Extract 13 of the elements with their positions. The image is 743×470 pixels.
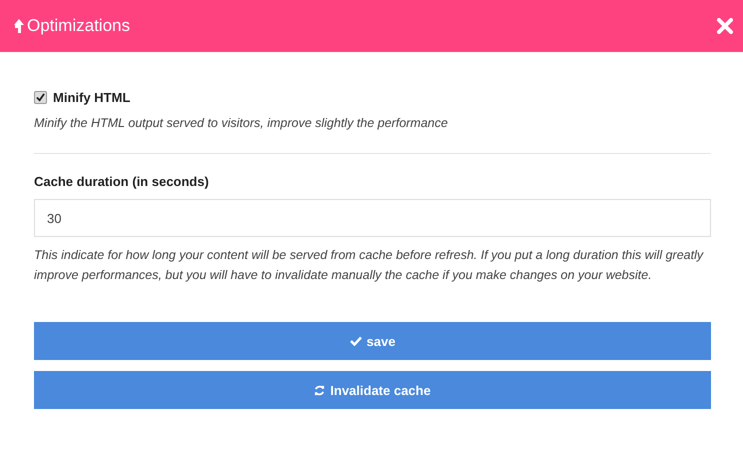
upload-arrow-icon [14, 19, 24, 33]
help-text: This indicate for how long your content will be served from cache before refresh. If you put a long duration this will greatly improve performances, but you will have to invalidate manually the cache if you make changes on your website. [34, 247, 704, 284]
input-field[interactable]: 30 [34, 199, 711, 237]
dialog-title: Optimizations [27, 16, 130, 36]
close-icon[interactable] [717, 18, 733, 34]
field-label: Cache duration (in seconds) [34, 174, 210, 189]
refresh-icon [314, 384, 326, 396]
save-button[interactable]: save [34, 322, 711, 360]
checkbox[interactable] [34, 91, 47, 104]
invalidate-cache-button[interactable]: Invalidate cache [34, 371, 711, 409]
help-text: Minify the HTML output served to visitors, improve slightly the performance [34, 115, 449, 132]
checkbox-label: Minify HTML [53, 90, 130, 105]
check-icon [350, 336, 362, 346]
